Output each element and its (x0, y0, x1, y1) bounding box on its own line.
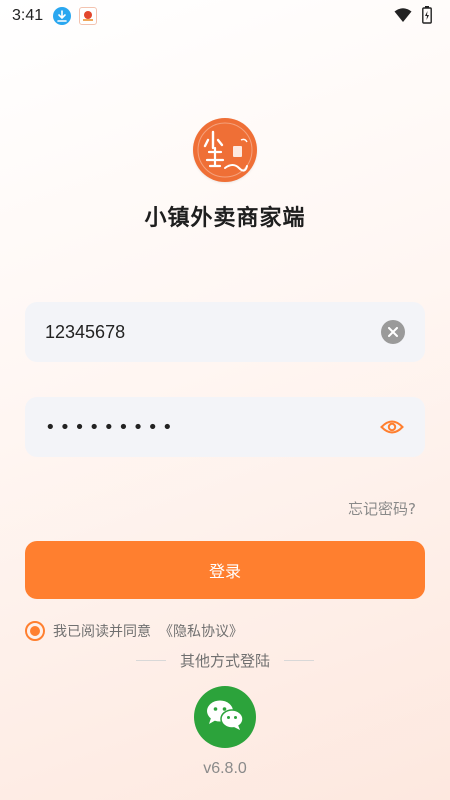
divider-left (135, 660, 166, 661)
privacy-agreement: 我已阅读并同意 《隐私协议》 (25, 621, 243, 641)
clear-icon[interactable] (381, 320, 405, 344)
password-input[interactable]: ••••••••• (45, 417, 379, 438)
agree-radio[interactable] (25, 621, 45, 641)
divider-right (284, 660, 314, 661)
town-logo-icon (193, 118, 257, 182)
phone-field[interactable]: 12345678 (25, 302, 425, 362)
wechat-login-button[interactable] (194, 686, 256, 748)
status-system-icons (394, 6, 432, 28)
app-version: v6.8.0 (203, 760, 247, 777)
battery-icon (422, 6, 432, 28)
eye-icon[interactable] (379, 415, 405, 439)
forgot-password-link[interactable]: 忘记密码? (348, 498, 416, 519)
login-button[interactable]: 登录 (25, 541, 425, 599)
phone-input[interactable]: 12345678 (45, 322, 381, 343)
status-time: 3:41 (12, 7, 44, 24)
status-bar: 3:41 (0, 0, 450, 32)
password-field[interactable]: ••••••••• (25, 397, 425, 457)
app-title: 小镇外卖商家端 (144, 206, 306, 231)
radio-checked-dot (30, 626, 40, 636)
wifi-icon (394, 7, 412, 27)
status-notification-icons (53, 7, 98, 25)
agree-text: 我已阅读并同意 (53, 624, 151, 640)
privacy-policy-link[interactable]: 《隐私协议》 (159, 621, 243, 641)
app-notification-icon (79, 7, 98, 25)
download-icon (53, 7, 72, 25)
other-login-label: 其他方式登陆 (179, 652, 270, 670)
wechat-icon (205, 698, 245, 736)
other-login-section: 其他方式登陆 (0, 650, 450, 671)
